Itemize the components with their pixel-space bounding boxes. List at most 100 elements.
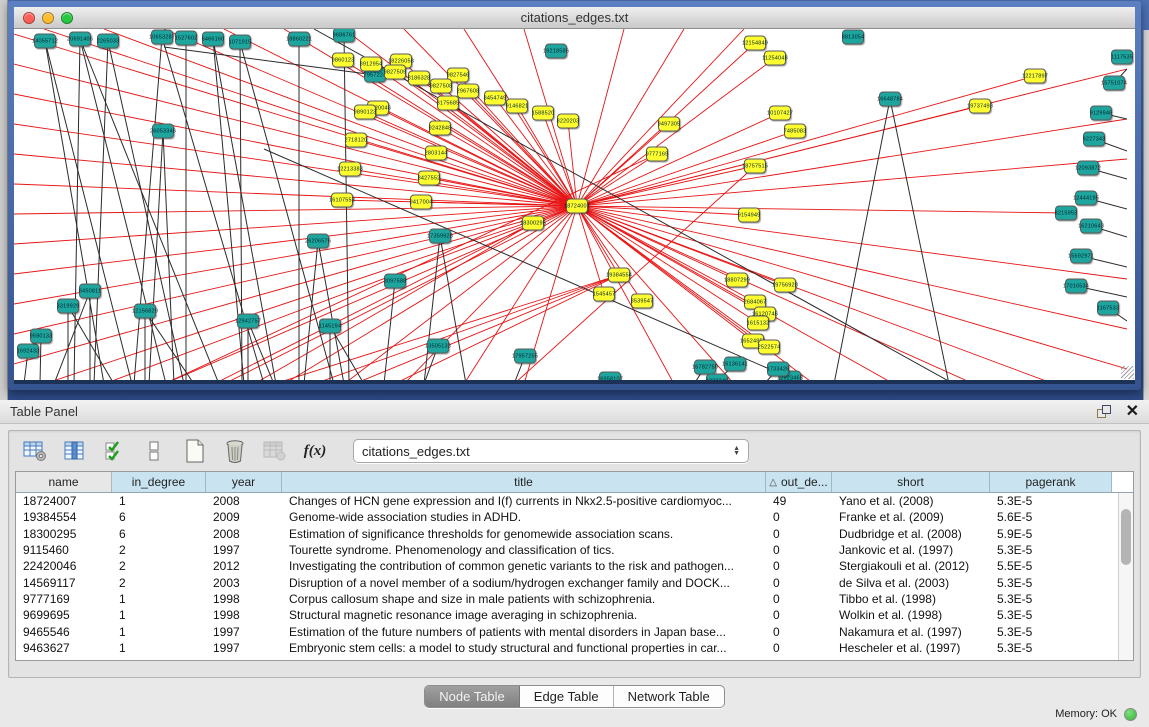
table-cell[interactable]: 5.9E-5	[990, 526, 1112, 542]
table-cell[interactable]: 2009	[206, 509, 282, 525]
table-cell[interactable]: Disruption of a novel member of a sodium…	[282, 574, 766, 590]
graph-node[interactable]: 9154949	[738, 208, 760, 223]
table-cell[interactable]: 19384554	[16, 509, 112, 525]
graph-node[interactable]: 9827509	[384, 65, 406, 80]
graph-node[interactable]: 26053346	[152, 124, 174, 139]
table-cell[interactable]: 5.3E-5	[990, 493, 1112, 509]
table-cell[interactable]: 0	[766, 640, 832, 656]
zoom-window-button[interactable]	[61, 12, 73, 24]
table-row[interactable]: 1456911722003Disruption of a novel membe…	[16, 574, 1133, 590]
table-cell[interactable]: 18724007	[16, 493, 112, 509]
table-row[interactable]: 1830029562008Estimation of significance …	[16, 526, 1133, 542]
new-table-icon[interactable]	[181, 438, 209, 464]
graph-node[interactable]: 1071915	[229, 35, 251, 50]
table-cell[interactable]: Franke et al. (2009)	[832, 509, 990, 525]
table-cell[interactable]: 6	[112, 509, 206, 525]
graph-node[interactable]: 19218586	[545, 44, 567, 59]
minimize-window-button[interactable]	[42, 12, 54, 24]
column-header-pagerank[interactable]: pagerank	[990, 472, 1112, 492]
table-cell[interactable]: 1998	[206, 591, 282, 607]
graph-node[interactable]: 9227343	[1083, 132, 1105, 147]
table-cell[interactable]: 6	[112, 526, 206, 542]
table-cell[interactable]: Corpus callosum shape and size in male p…	[282, 591, 766, 607]
table-cell[interactable]: 2008	[206, 493, 282, 509]
close-panel-icon[interactable]: ✕	[1126, 405, 1139, 419]
graph-node[interactable]: 9827508	[430, 79, 452, 94]
graph-node[interactable]: 9590133	[30, 329, 52, 344]
graph-node[interactable]: 12093872	[1077, 161, 1099, 176]
table-cell[interactable]: Tourette syndrome. Phenomenology and cla…	[282, 542, 766, 558]
graph-node[interactable]: 13505133	[427, 339, 449, 354]
table-row[interactable]: 946554611997Estimation of the future num…	[16, 623, 1133, 639]
table-cell[interactable]: Tibbo et al. (1998)	[832, 591, 990, 607]
table-cell[interactable]: 5.3E-5	[990, 623, 1112, 639]
function-builder-icon[interactable]: f(x)	[301, 438, 329, 464]
table-cell[interactable]: Changes of HCN gene expression and I(f) …	[282, 493, 766, 509]
table-row[interactable]: 2242004622012Investigating the contribut…	[16, 558, 1133, 574]
graph-node[interactable]: 19384554	[608, 268, 630, 283]
select-column-icon[interactable]	[61, 438, 89, 464]
graph-node[interactable]: 20691406	[69, 32, 91, 47]
table-cell[interactable]: 0	[766, 509, 832, 525]
column-header-year[interactable]: year	[206, 472, 282, 492]
table-cell[interactable]: 1997	[206, 623, 282, 639]
graph-node[interactable]: 9497305	[658, 117, 680, 132]
table-cell[interactable]: Jankovic et al. (1997)	[832, 542, 990, 558]
table-cell[interactable]: 0	[766, 574, 832, 590]
graph-node[interactable]: 1527602	[175, 31, 197, 46]
table-cell[interactable]: 5.3E-5	[990, 607, 1112, 623]
graph-node[interactable]: 3097588	[384, 274, 406, 289]
table-cell[interactable]: 2012	[206, 558, 282, 574]
graph-node[interactable]: 9242848	[429, 121, 451, 136]
graph-node[interactable]: 16648784	[879, 92, 901, 107]
table-row[interactable]: 1938455462009Genome-wide association stu…	[16, 509, 1133, 525]
table-cell[interactable]: Hescheler et al. (1997)	[832, 640, 990, 656]
graph-node[interactable]: 17016534	[1065, 279, 1087, 294]
graph-node[interactable]: 12217897	[1024, 69, 1046, 84]
table-settings-icon[interactable]	[21, 438, 49, 464]
table-cell[interactable]: Genome-wide association studies in ADHD.	[282, 509, 766, 525]
graph-node[interactable]: 1232346	[706, 374, 728, 385]
graph-node[interactable]: 8427552	[418, 171, 440, 186]
table-cell[interactable]: 1	[112, 640, 206, 656]
clear-selection-icon[interactable]	[141, 438, 169, 464]
window-resize-grip[interactable]	[1121, 366, 1134, 379]
table-cell[interactable]: Wolkin et al. (1998)	[832, 607, 990, 623]
graph-node[interactable]: 26206576	[307, 234, 329, 249]
column-header-out_de[interactable]: △out_de...	[766, 472, 832, 492]
graph-node[interactable]: 18757515	[744, 159, 766, 174]
graph-node[interactable]: 17359928	[429, 229, 451, 244]
graph-node[interactable]: 9146821	[506, 99, 528, 114]
table-cell[interactable]: 1	[112, 623, 206, 639]
graph-node[interactable]: 3175685	[437, 96, 459, 111]
graph-node[interactable]: 16107553	[331, 193, 353, 208]
graph-node[interactable]: 2522574	[758, 340, 780, 355]
table-cell[interactable]: 2	[112, 558, 206, 574]
table-cell[interactable]: Estimation of significance thresholds fo…	[282, 526, 766, 542]
table-cell[interactable]: 0	[766, 542, 832, 558]
table-cell[interactable]: 14569117	[16, 574, 112, 590]
column-header-short[interactable]: short	[832, 472, 990, 492]
table-cell[interactable]: 1	[112, 607, 206, 623]
table-cell[interactable]: 9115460	[16, 542, 112, 558]
table-cell[interactable]: 5.5E-5	[990, 558, 1112, 574]
table-cell[interactable]: 1	[112, 493, 206, 509]
table-cell[interactable]: Dudbridge et al. (2008)	[832, 526, 990, 542]
graph-node[interactable]: 8186328	[408, 71, 430, 86]
table-cell[interactable]: Embryonic stem cells: a model to study s…	[282, 640, 766, 656]
graph-node[interactable]: 1145194	[319, 319, 341, 334]
graph-node[interactable]: 15751074	[1103, 76, 1125, 91]
table-row[interactable]: 911546021997Tourette syndrome. Phenomeno…	[16, 542, 1133, 558]
graph-node[interactable]: 1733426	[767, 362, 789, 377]
graph-node[interactable]: 16782759	[694, 360, 716, 375]
table-row[interactable]: 946362711997Embryonic stem cells: a mode…	[16, 640, 1133, 656]
graph-node[interactable]: 8539547	[631, 294, 653, 309]
graph-node[interactable]: 6466160	[202, 32, 224, 47]
graph-node[interactable]: 16210643	[1080, 219, 1102, 234]
table-cell[interactable]: 5.3E-5	[990, 640, 1112, 656]
table-select-dropdown[interactable]: citations_edges.txt ▲▼	[353, 439, 749, 463]
graph-node[interactable]: 14055712	[34, 34, 56, 49]
graph-node[interactable]: 12154849	[744, 36, 766, 51]
table-cell[interactable]: de Silva et al. (2003)	[832, 574, 990, 590]
graph-node[interactable]: 19756928	[774, 278, 796, 293]
